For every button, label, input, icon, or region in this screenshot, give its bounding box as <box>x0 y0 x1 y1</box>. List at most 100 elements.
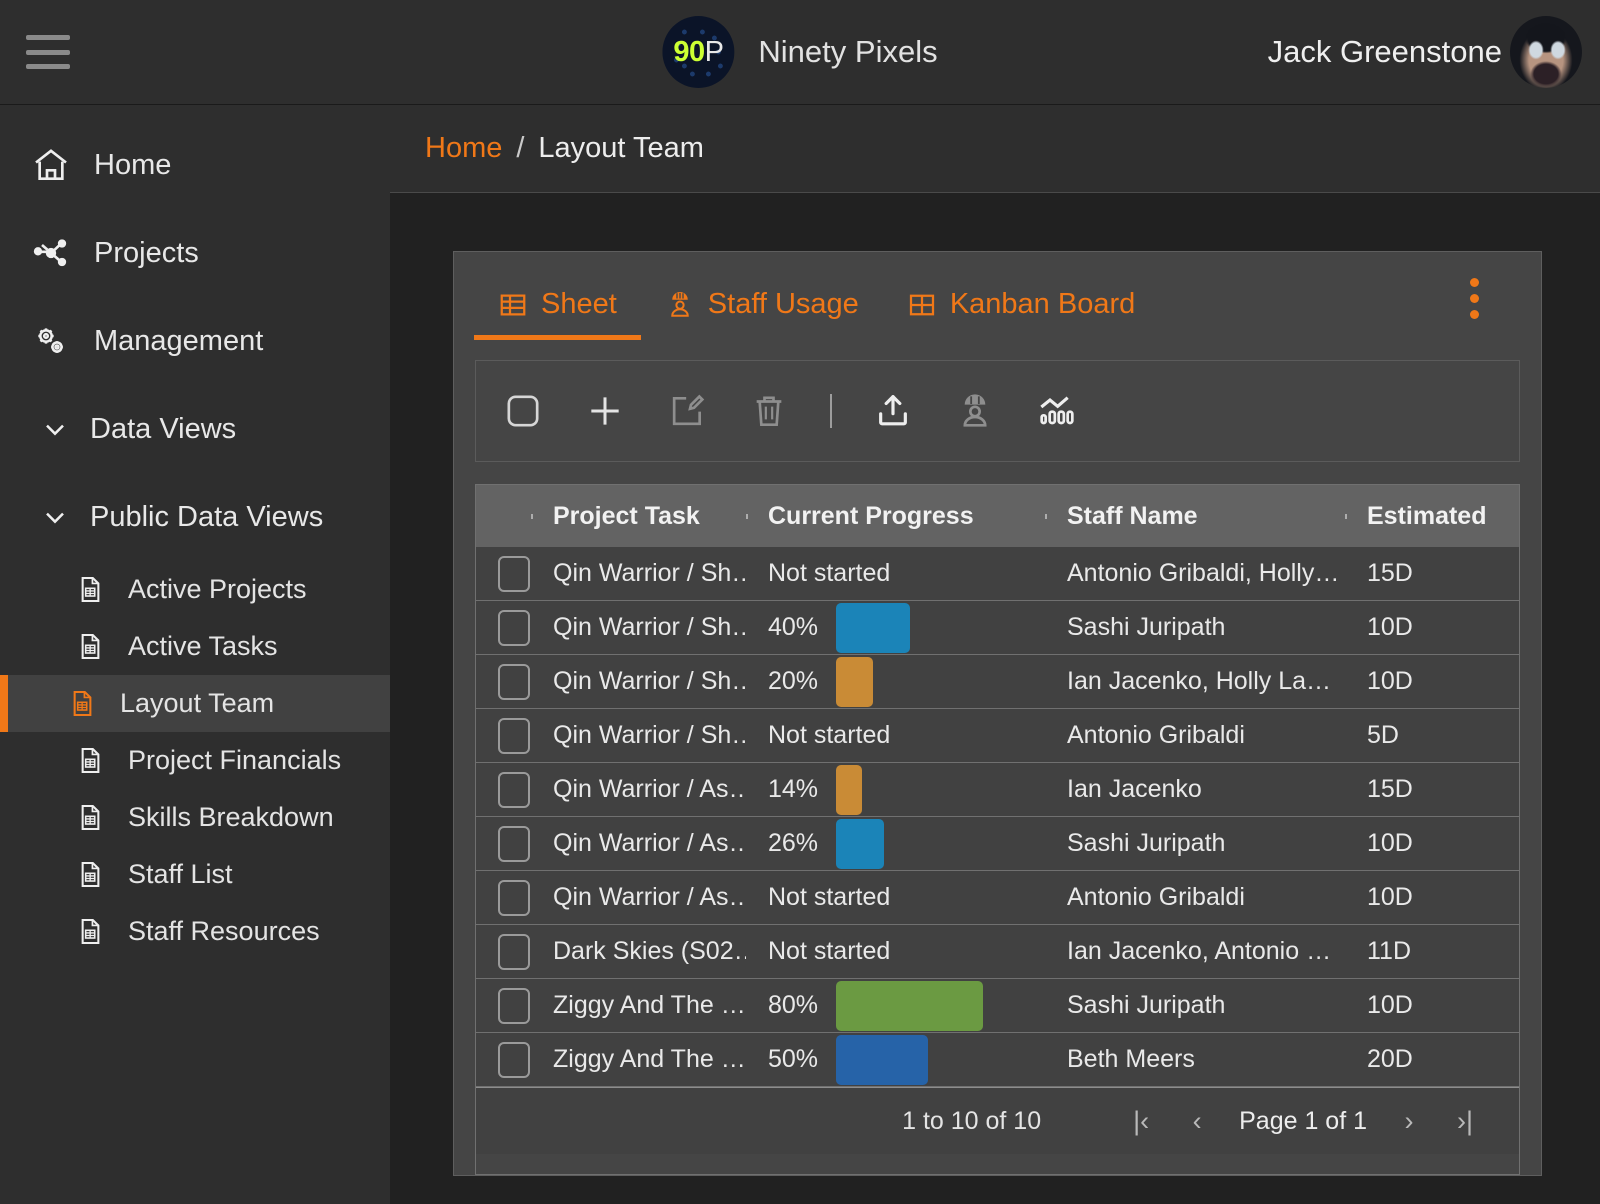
prev-page-button[interactable]: ‹ <box>1169 1106 1225 1137</box>
sidebar-item-project-financials[interactable]: Project Financials <box>0 732 390 789</box>
sidebar-item-active-projects[interactable]: Active Projects <box>0 561 390 618</box>
sidebar-item-projects[interactable]: Projects <box>0 209 390 297</box>
cell-estimated[interactable]: 15D <box>1345 559 1519 588</box>
table-row[interactable]: Dark Skies (S02… Not started Ian Jacenko, … <box>476 925 1519 979</box>
column-header-project-task[interactable]: Project Task <box>531 502 746 531</box>
cell-staff-name[interactable]: Sashi Juripath <box>1045 613 1345 642</box>
cell-project-task[interactable]: Qin Warrior / As… <box>531 775 746 804</box>
table-row[interactable]: Qin Warrior / As… 14% Ian Jacenko 15D <box>476 763 1519 817</box>
table-row[interactable]: Qin Warrior / As… 26% Sashi Juripath 10D <box>476 817 1519 871</box>
row-checkbox[interactable] <box>498 771 530 808</box>
column-header-estimated[interactable]: Estimated <box>1345 502 1519 531</box>
cell-current-progress[interactable]: 40% <box>746 602 1045 653</box>
delete-row-button[interactable] <box>748 390 790 432</box>
cell-staff-name[interactable]: Ian Jacenko <box>1045 775 1345 804</box>
cell-estimated[interactable]: 20D <box>1345 1045 1519 1074</box>
table-row[interactable]: Qin Warrior / Sh… 20% Ian Jacenko, Holly L… <box>476 655 1519 709</box>
sidebar-item-staff-list[interactable]: Staff List <box>0 846 390 903</box>
cell-staff-name[interactable]: Antonio Gribaldi, Holly… <box>1045 559 1345 588</box>
cell-estimated[interactable]: 5D <box>1345 721 1519 750</box>
cell-current-progress[interactable]: Not started <box>746 937 1045 966</box>
row-checkbox[interactable] <box>498 555 530 592</box>
last-page-button[interactable]: ›| <box>1437 1106 1493 1137</box>
sidebar-item-management[interactable]: Management <box>0 297 390 385</box>
sidebar-item-layout-team[interactable]: Layout Team <box>0 675 390 732</box>
cell-project-task[interactable]: Qin Warrior / As… <box>531 829 746 858</box>
sidebar-item-home[interactable]: Home <box>0 121 390 209</box>
table-row[interactable]: Qin Warrior / As… Not started Antonio Grib… <box>476 871 1519 925</box>
breadcrumb-home-link[interactable]: Home <box>425 132 502 165</box>
cell-estimated[interactable]: 10D <box>1345 667 1519 696</box>
row-checkbox-cell <box>476 771 531 808</box>
cell-project-task[interactable]: Qin Warrior / Sh… <box>531 613 746 642</box>
row-checkbox[interactable] <box>498 879 530 916</box>
next-page-button[interactable]: › <box>1381 1106 1437 1137</box>
column-header-current-progress[interactable]: Current Progress <box>746 502 1045 531</box>
cell-current-progress[interactable]: 80% <box>746 980 1045 1031</box>
sidebar-item-staff-resources[interactable]: Staff Resources <box>0 903 390 960</box>
add-row-button[interactable] <box>584 390 626 432</box>
select-all-checkbox[interactable] <box>502 390 544 432</box>
cell-current-progress[interactable]: 50% <box>746 1034 1045 1085</box>
cell-current-progress[interactable]: 20% <box>746 656 1045 707</box>
cell-project-task[interactable]: Qin Warrior / Sh… <box>531 559 746 588</box>
cell-current-progress[interactable]: 26% <box>746 818 1045 869</box>
table-row[interactable]: Ziggy And The … 50% Beth Meers 20D <box>476 1033 1519 1087</box>
row-checkbox[interactable] <box>498 825 530 862</box>
sidebar-group-data-views[interactable]: Data Views <box>0 385 390 473</box>
cell-estimated[interactable]: 10D <box>1345 991 1519 1020</box>
cell-project-task[interactable]: Ziggy And The … <box>531 991 746 1020</box>
row-checkbox[interactable] <box>498 609 530 646</box>
tab-label: Sheet <box>541 288 617 320</box>
page-label: Page 1 of 1 <box>1239 1106 1367 1135</box>
cell-current-progress[interactable]: Not started <box>746 883 1045 912</box>
tab-staff-usage[interactable]: Staff Usage <box>641 288 883 340</box>
export-button[interactable] <box>872 390 914 432</box>
cell-estimated[interactable]: 11D <box>1345 937 1519 966</box>
cell-current-progress[interactable]: Not started <box>746 559 1045 588</box>
tab-sheet[interactable]: Sheet <box>474 288 641 340</box>
sidebar-item-active-tasks[interactable]: Active Tasks <box>0 618 390 675</box>
cell-estimated[interactable]: 10D <box>1345 883 1519 912</box>
row-checkbox[interactable] <box>498 987 530 1024</box>
table-row[interactable]: Qin Warrior / Sh… Not started Antonio Grib… <box>476 547 1519 601</box>
cell-estimated[interactable]: 10D <box>1345 613 1519 642</box>
cell-staff-name[interactable]: Antonio Gribaldi <box>1045 721 1345 750</box>
row-checkbox[interactable] <box>498 717 530 754</box>
cell-staff-name[interactable]: Antonio Gribaldi <box>1045 883 1345 912</box>
cell-project-task[interactable]: Qin Warrior / As… <box>531 883 746 912</box>
hamburger-icon[interactable] <box>26 35 70 69</box>
cell-project-task[interactable]: Qin Warrior / Sh… <box>531 721 746 750</box>
cell-project-task[interactable]: Dark Skies (S02… <box>531 937 746 966</box>
cell-project-task[interactable]: Ziggy And The … <box>531 1045 746 1074</box>
avatar[interactable] <box>1510 16 1582 88</box>
user-menu[interactable]: Jack Greenstone <box>1268 16 1582 88</box>
tab-label: Staff Usage <box>707 288 859 320</box>
table-row[interactable]: Qin Warrior / Sh… 40% Sashi Juripath 10D <box>476 601 1519 655</box>
first-page-button[interactable]: |‹ <box>1113 1106 1169 1137</box>
row-checkbox[interactable] <box>498 663 530 700</box>
cell-current-progress[interactable]: 14% <box>746 764 1045 815</box>
cell-estimated[interactable]: 10D <box>1345 829 1519 858</box>
table-row[interactable]: Ziggy And The … 80% Sashi Juripath 10D <box>476 979 1519 1033</box>
cell-staff-name[interactable]: Beth Meers <box>1045 1045 1345 1074</box>
sidebar-item-label: Home <box>94 148 172 181</box>
row-checkbox[interactable] <box>498 933 530 970</box>
row-checkbox[interactable] <box>498 1041 530 1078</box>
edit-row-button[interactable] <box>666 390 708 432</box>
chart-button[interactable] <box>1036 390 1078 432</box>
sidebar-group-public-data-views[interactable]: Public Data Views <box>0 473 390 561</box>
sidebar-item-skills-breakdown[interactable]: Skills Breakdown <box>0 789 390 846</box>
cell-current-progress[interactable]: Not started <box>746 721 1045 750</box>
table-row[interactable]: Qin Warrior / Sh… Not started Antonio Grib… <box>476 709 1519 763</box>
tab-kanban-board[interactable]: Kanban Board <box>883 288 1159 340</box>
assign-staff-button[interactable] <box>954 390 996 432</box>
column-header-staff-name[interactable]: Staff Name <box>1045 502 1345 531</box>
cell-staff-name[interactable]: Sashi Juripath <box>1045 829 1345 858</box>
more-options-icon[interactable] <box>1470 278 1479 319</box>
cell-project-task[interactable]: Qin Warrior / Sh… <box>531 667 746 696</box>
cell-staff-name[interactable]: Ian Jacenko, Holly La… <box>1045 667 1345 696</box>
cell-estimated[interactable]: 15D <box>1345 775 1519 804</box>
cell-staff-name[interactable]: Sashi Juripath <box>1045 991 1345 1020</box>
cell-staff-name[interactable]: Ian Jacenko, Antonio … <box>1045 937 1345 966</box>
